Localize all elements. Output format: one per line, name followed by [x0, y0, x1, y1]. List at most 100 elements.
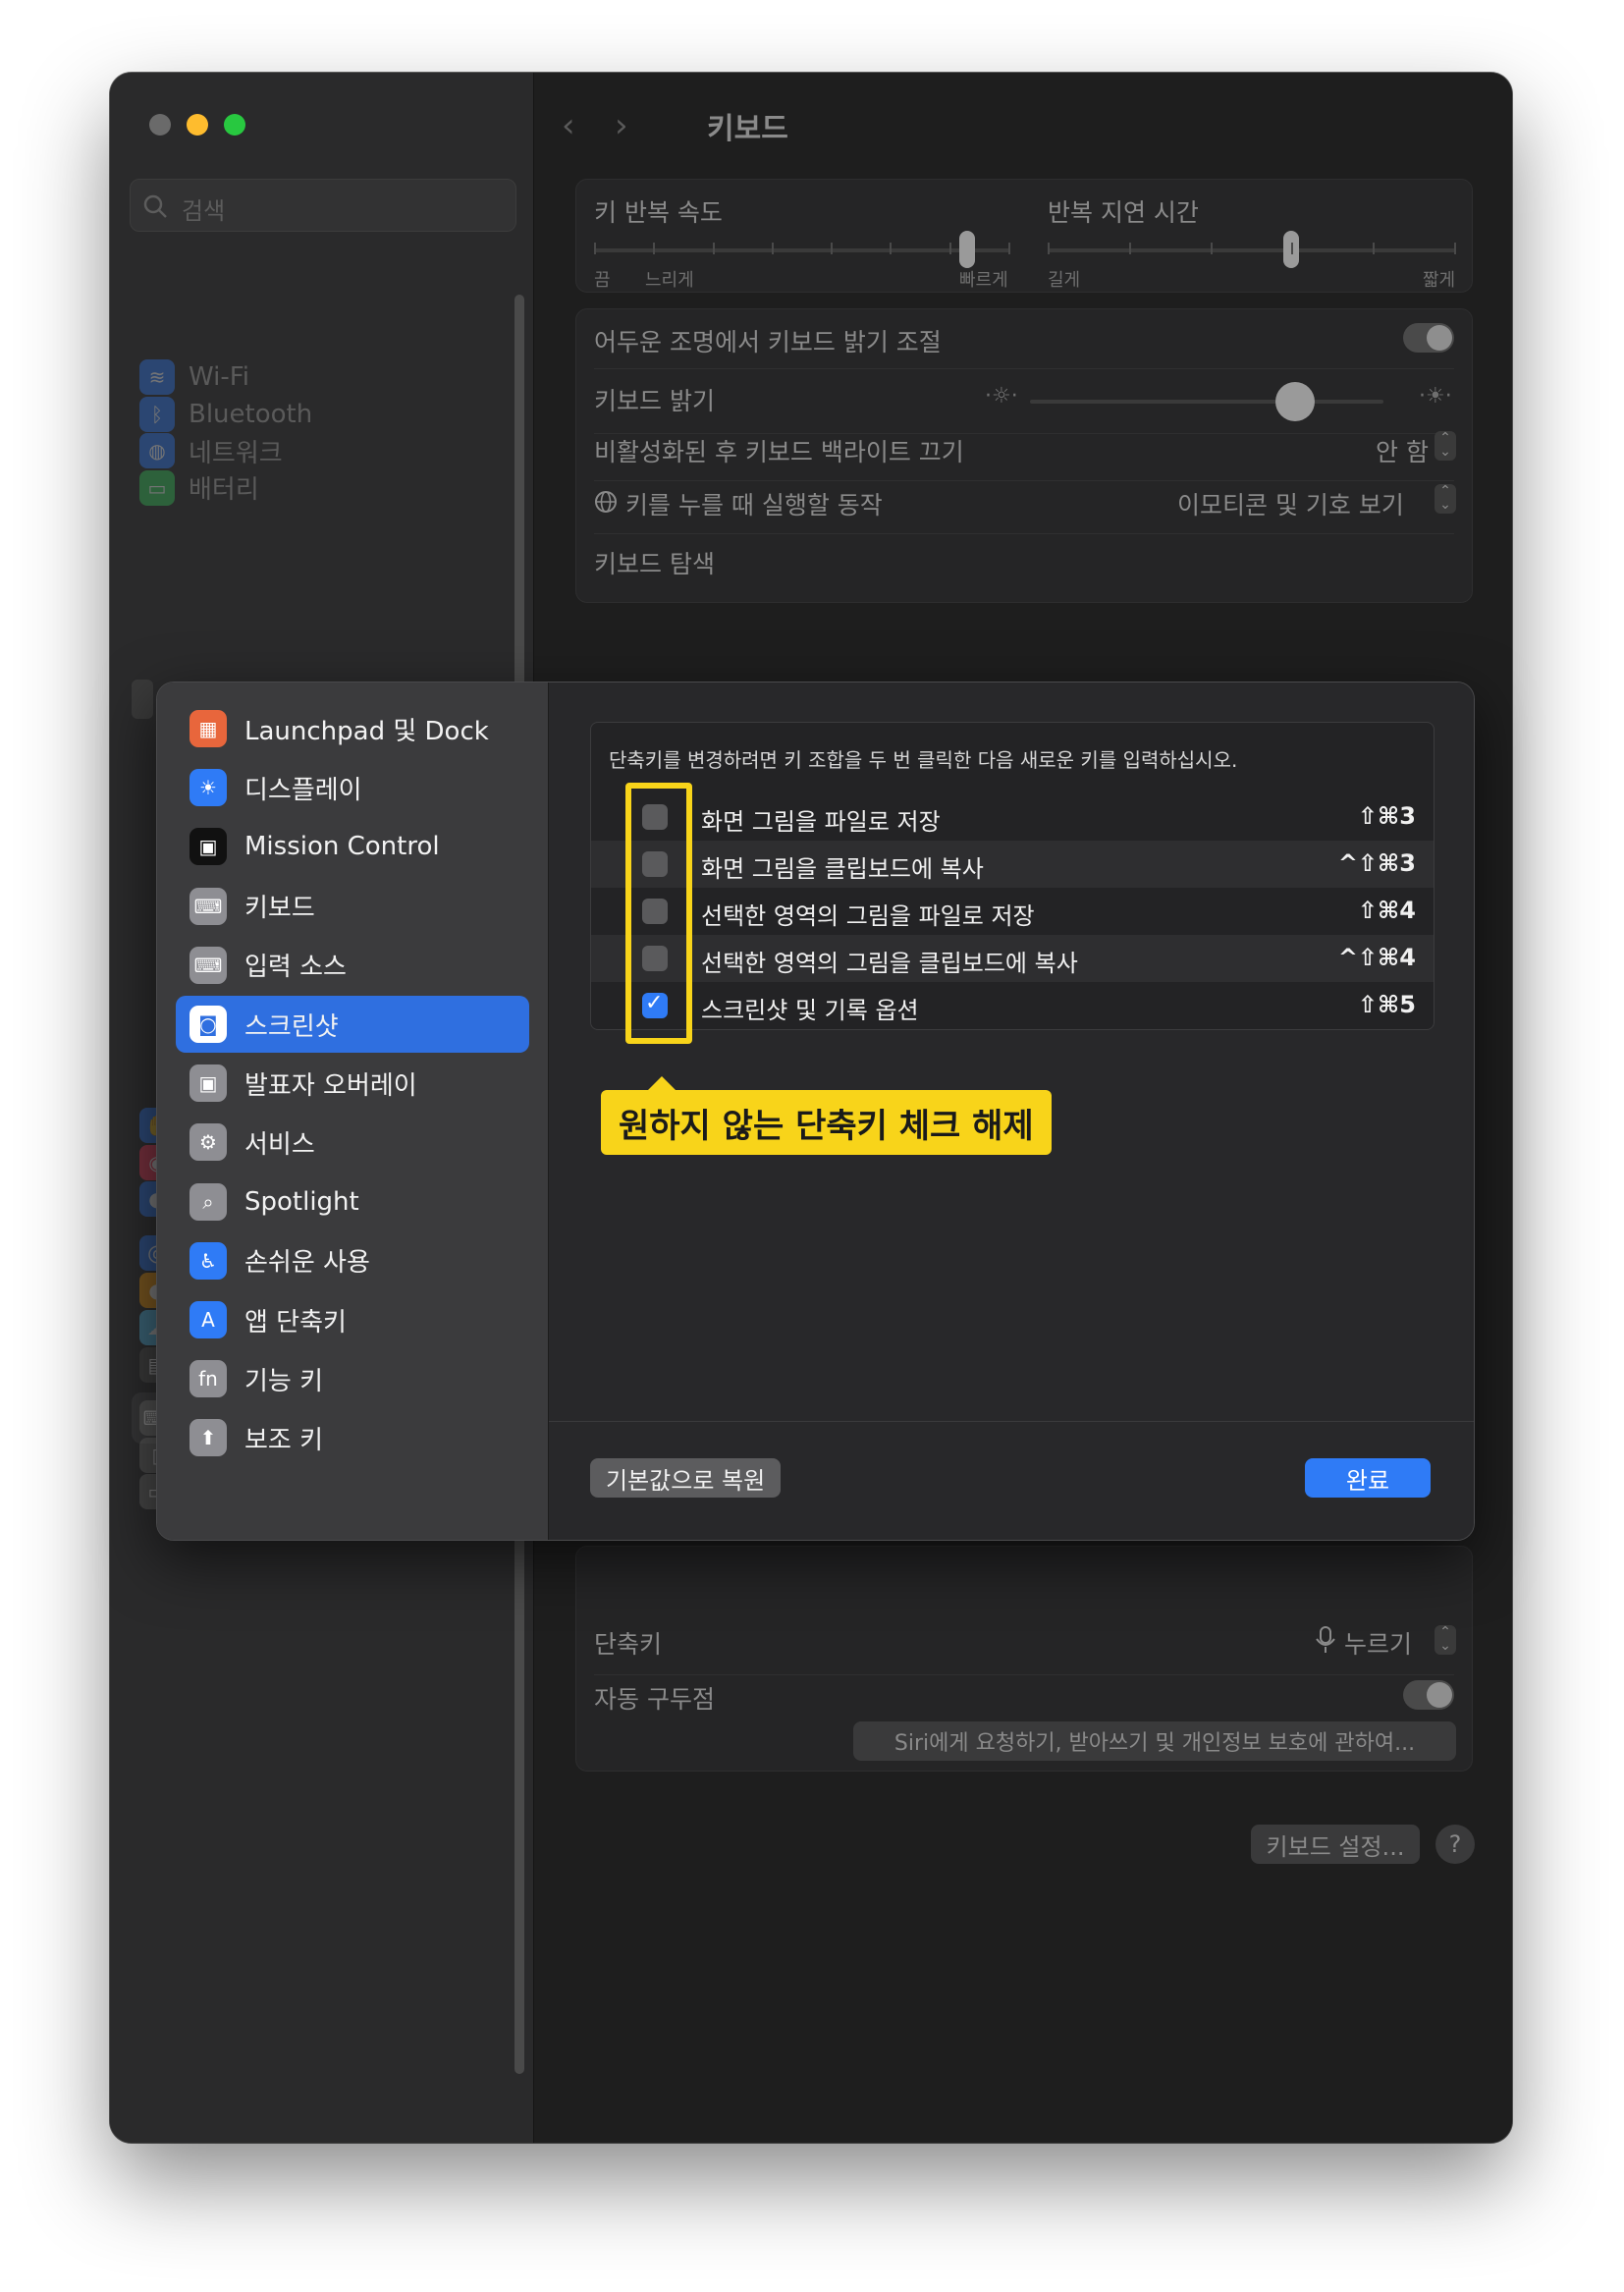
slider-tick	[712, 243, 715, 254]
display-icon: ☀	[189, 769, 227, 807]
shortcut-category-item[interactable]: ▣ Mission Control	[176, 818, 529, 875]
shortcut-row[interactable]: 화면 그림을 클립보드에 복사 ^⇧⌘3	[591, 841, 1434, 888]
shortcut-category-label: 기능 키	[244, 1366, 324, 1396]
shortcut-hint: 단축키를 변경하려면 키 조합을 두 번 클릭한 다음 새로운 키를 입력하십시…	[609, 748, 1238, 772]
keyboard-settings-group: 어두운 조명에서 키보드 밝기 조절 키보드 밝기 ·☼· ·☀· 비활성화된 …	[575, 308, 1473, 603]
dictation-shortcut-label: 단축키	[594, 1630, 663, 1659]
dictation-shortcut-popup-icon[interactable]: ⌃ ⌄	[1435, 1625, 1456, 1655]
zoom-window-button[interactable]	[224, 114, 245, 136]
backlight-off-popup-icon[interactable]: ⌃ ⌄	[1435, 431, 1456, 461]
done-button[interactable]: 완료	[1305, 1458, 1431, 1498]
brightness-high-icon: ·☀·	[1419, 384, 1452, 409]
launchpad-icon: ▦	[189, 710, 227, 747]
shortcut-category-item[interactable]: ♿ 손쉬운 사용	[176, 1232, 529, 1289]
sidebar-item-label: 배터리	[189, 475, 259, 505]
slider-tick	[1128, 243, 1131, 254]
shortcut-row[interactable]: 선택한 영역의 그림을 클립보드에 복사 ^⇧⌘4	[591, 935, 1434, 982]
close-window-button[interactable]	[149, 114, 171, 136]
key-repeat-off-label: 끔	[594, 270, 611, 291]
checkbox-highlight-box	[625, 783, 692, 1044]
keyboard-icon: ⌨	[189, 887, 227, 925]
shortcut-category-label: 앱 단축키	[244, 1307, 347, 1337]
shortcut-category-item[interactable]: ⬆ 보조 키	[176, 1409, 529, 1466]
app-shortcuts-icon: A	[189, 1301, 227, 1338]
keyboard-settings-button[interactable]: 키보드 설정...	[1251, 1825, 1420, 1864]
shortcut-category-item[interactable]: ⌨ 입력 소스	[176, 937, 529, 994]
shortcut-category-label: Mission Control	[244, 832, 440, 862]
back-arrow-icon[interactable]: ‹	[562, 106, 575, 145]
shortcut-keys[interactable]: ⇧⌘5	[1358, 991, 1416, 1018]
shortcut-keys[interactable]: ⇧⌘3	[1358, 802, 1416, 830]
slider-tick	[1210, 243, 1213, 254]
sidebar-item-label: Wi-Fi	[189, 362, 250, 392]
shortcut-categories-list: ▦ Launchpad 및 Dock ☀ 디스플레이 ▣ Mission Control ⌨…	[157, 682, 549, 1540]
key-repeat-label: 키 반복 속도	[594, 198, 723, 227]
search-placeholder: 검색	[182, 197, 226, 225]
shortcut-category-label: 손쉬운 사용	[244, 1248, 370, 1279]
repeat-delay-slider[interactable]	[1048, 248, 1456, 252]
screenshot-icon: ◙	[189, 1006, 227, 1043]
shortcut-row[interactable]: 선택한 영역의 그림을 파일로 저장 ⇧⌘4	[591, 888, 1434, 935]
shortcut-category-label: Launchpad 및 Dock	[244, 716, 489, 746]
search-input[interactable]: 검색	[130, 179, 516, 232]
siri-privacy-button[interactable]: Siri에게 요청하기, 받아쓰기 및 개인정보 보호에 관하여...	[853, 1721, 1456, 1761]
spotlight-icon: ⌕	[189, 1182, 227, 1221]
shortcut-keys[interactable]: ^⇧⌘4	[1338, 944, 1416, 971]
repeat-delay-short-label: 짧게	[1423, 270, 1456, 291]
microphone-icon	[1316, 1626, 1335, 1653]
dim-adjust-toggle[interactable]	[1403, 323, 1454, 353]
auto-punctuation-toggle[interactable]	[1403, 1680, 1454, 1710]
sidebar-item-icon-partial	[132, 680, 153, 719]
brightness-low-icon: ·☼·	[985, 384, 1018, 409]
shortcut-row[interactable]: 화면 그림을 파일로 저장 ⇧⌘3	[591, 793, 1434, 841]
shortcut-category-item[interactable]: ◙ 스크린샷	[176, 996, 529, 1053]
slider-tick	[890, 243, 893, 254]
shortcut-label: 선택한 영역의 그림을 파일로 저장	[701, 902, 1035, 930]
shortcut-category-item[interactable]: ⌨ 키보드	[176, 878, 529, 935]
shortcut-category-item[interactable]: ⚙ 서비스	[176, 1114, 529, 1171]
shortcut-category-item[interactable]: A 앱 단축키	[176, 1291, 529, 1348]
shortcut-keys[interactable]: ^⇧⌘3	[1338, 849, 1416, 877]
key-repeat-slider[interactable]	[594, 248, 1010, 252]
shortcut-category-item[interactable]: ⌕ Spotlight	[176, 1173, 529, 1230]
shortcut-keys[interactable]: ⇧⌘4	[1358, 897, 1416, 924]
slider-tick	[1048, 243, 1050, 254]
callout-pointer	[648, 1076, 676, 1090]
slider-tick	[1373, 243, 1376, 254]
globe-action-value[interactable]: 이모티콘 및 기호 보기	[1177, 486, 1404, 521]
slider-tick	[771, 243, 774, 254]
shortcut-category-item[interactable]: ☀ 디스플레이	[176, 759, 529, 816]
shortcut-category-label: 입력 소스	[244, 953, 347, 983]
shortcut-category-item[interactable]: fn 기능 키	[176, 1350, 529, 1407]
brightness-slider-knob[interactable]	[1275, 382, 1315, 421]
forward-arrow-icon[interactable]: ›	[615, 106, 628, 145]
shortcut-category-item[interactable]: ▣ 발표자 오버레이	[176, 1055, 529, 1112]
slider-tick	[948, 243, 951, 254]
minimize-window-button[interactable]	[187, 114, 208, 136]
sidebar-item[interactable]: ▭ 배터리	[132, 463, 497, 514]
key-repeat-slider-knob[interactable]	[958, 231, 975, 268]
key-repeat-group: 키 반복 속도 끔 느리게 빠르게 반복 지연 시간 길게 짧게	[575, 179, 1473, 293]
shortcut-category-label: 디스플레이	[244, 775, 362, 805]
slider-tick	[653, 243, 656, 254]
shortcut-label: 선택한 영역의 그림을 클립보드에 복사	[701, 950, 1078, 977]
services-icon: ⚙	[189, 1123, 227, 1162]
restore-defaults-button[interactable]: 기본값으로 복원	[590, 1458, 782, 1498]
brightness-slider[interactable]	[1030, 400, 1383, 404]
slider-tick	[1454, 243, 1456, 254]
shortcut-category-label: 보조 키	[244, 1425, 324, 1455]
shortcut-category-item[interactable]: ▦ Launchpad 및 Dock	[176, 700, 529, 757]
globe-action-popup-icon[interactable]: ⌃ ⌄	[1435, 484, 1456, 514]
battery-icon: ▭	[139, 469, 175, 506]
backlight-off-value[interactable]: 안 함	[1376, 433, 1429, 468]
help-button[interactable]: ?	[1435, 1825, 1475, 1864]
fn-key-icon: fn	[189, 1360, 227, 1398]
search-icon	[143, 194, 167, 218]
shortcut-row[interactable]: 스크린샷 및 기록 옵션 ⇧⌘5	[591, 982, 1434, 1029]
shortcut-category-label: 발표자 오버레이	[244, 1070, 417, 1101]
presenter-overlay-icon: ▣	[189, 1064, 227, 1103]
shortcut-category-label: Spotlight	[244, 1186, 359, 1217]
annotation-callout: 원하지 않는 단축키 체크 해제	[601, 1090, 1052, 1155]
dictation-shortcut-value[interactable]: 누르기	[1344, 1625, 1412, 1661]
repeat-delay-long-label: 길게	[1048, 270, 1081, 291]
